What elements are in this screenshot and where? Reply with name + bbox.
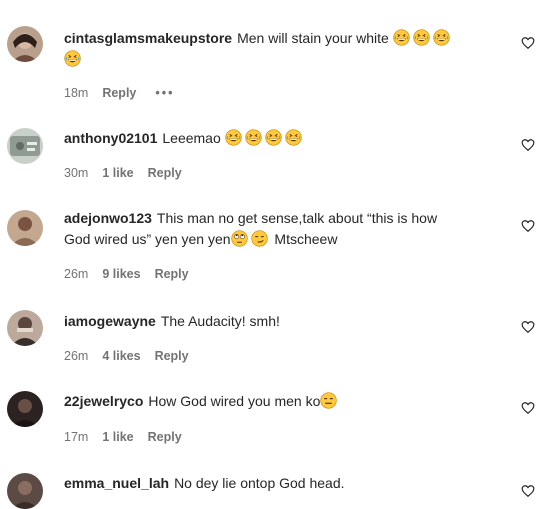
comment-meta: 17m 1 like Reply	[64, 430, 182, 444]
avatar[interactable]	[7, 310, 43, 346]
timestamp[interactable]: 30m	[64, 166, 88, 180]
comment-content-line1: This man no get sense,talk about “this i…	[156, 210, 438, 226]
comment: adejonwo123 This man no get sense,talk ab…	[0, 200, 544, 290]
heart-outline-icon[interactable]	[521, 36, 535, 50]
username[interactable]: cintasglamsmakeupstore	[64, 30, 232, 46]
username[interactable]: 22jewelryco	[64, 393, 143, 409]
heart-outline-icon[interactable]	[521, 401, 535, 415]
comment-content: Leeemao	[162, 130, 221, 146]
like-count[interactable]: 1 like	[102, 430, 133, 444]
timestamp[interactable]: 26m	[64, 349, 88, 363]
comment-meta: 30m 1 like Reply	[64, 166, 182, 180]
reply-button[interactable]: Reply	[102, 86, 136, 100]
avatar[interactable]	[7, 473, 43, 509]
more-options-button[interactable]: •••	[155, 86, 174, 100]
comment: 22jewelryco How God wired you men ko 17m …	[0, 384, 544, 454]
comment-content: Men will stain your white	[237, 30, 389, 46]
heart-outline-icon[interactable]	[521, 219, 535, 233]
timestamp[interactable]: 17m	[64, 430, 88, 444]
comment-text: iamogewayne The Audacity! smh!	[64, 311, 506, 332]
comment: iamogewayne The Audacity! smh! 26m 4 like…	[0, 302, 544, 372]
like-count[interactable]: 1 like	[102, 166, 133, 180]
comment-body: emma_nuel_lah No dey lie ontop God head.	[64, 473, 506, 494]
reply-button[interactable]: Reply	[155, 349, 189, 363]
grinning-sweat-emoji	[264, 129, 282, 146]
avatar[interactable]	[7, 391, 43, 427]
comment-content: The Audacity! smh!	[160, 313, 280, 329]
comment-list: cintasglamsmakeupstore Men will stain you…	[0, 0, 544, 509]
comment-meta: 26m 9 likes Reply	[64, 267, 189, 281]
timestamp[interactable]: 26m	[64, 267, 88, 281]
username[interactable]: iamogewayne	[64, 313, 156, 329]
grinning-sweat-emoji	[433, 29, 450, 46]
username[interactable]: emma_nuel_lah	[64, 475, 169, 491]
comment-text: emma_nuel_lah No dey lie ontop God head.	[64, 473, 506, 494]
heart-outline-icon[interactable]	[521, 484, 535, 498]
comment-body: 22jewelryco How God wired you men ko	[64, 391, 506, 412]
face-rolling-eyes-emoji	[230, 230, 248, 247]
grinning-sweat-emoji	[224, 129, 242, 146]
smirk-emoji	[250, 230, 268, 247]
grinning-sweat-emoji	[413, 29, 430, 46]
reply-button[interactable]: Reply	[155, 267, 189, 281]
comment: emma_nuel_lah No dey lie ontop God head.	[0, 465, 544, 509]
comment: anthony02101 Leeemao 30m 1 like Reply	[0, 120, 544, 190]
comment-text: 22jewelryco How God wired you men ko	[64, 391, 506, 412]
grinning-sweat-emoji	[284, 129, 302, 146]
comment-meta: 26m 4 likes Reply	[64, 349, 189, 363]
comment-text: adejonwo123 This man no get sense,talk ab…	[64, 208, 506, 250]
grinning-sweat-emoji	[64, 50, 81, 67]
username[interactable]: anthony02101	[64, 130, 157, 146]
reply-button[interactable]: Reply	[148, 430, 182, 444]
like-count[interactable]: 4 likes	[102, 349, 140, 363]
comment-text: cintasglamsmakeupstore Men will stain you…	[64, 28, 506, 70]
comment-body: anthony02101 Leeemao	[64, 128, 506, 149]
avatar[interactable]	[7, 128, 43, 164]
comment-content: No dey lie ontop God head.	[174, 475, 345, 491]
reply-button[interactable]: Reply	[148, 166, 182, 180]
heart-outline-icon[interactable]	[521, 138, 535, 152]
comment-body: iamogewayne The Audacity! smh!	[64, 311, 506, 332]
grinning-sweat-emoji	[393, 29, 410, 46]
username[interactable]: adejonwo123	[64, 210, 152, 226]
comment-content: How God wired you men ko	[148, 393, 321, 409]
heart-outline-icon[interactable]	[521, 320, 535, 334]
avatar[interactable]	[7, 210, 43, 246]
timestamp[interactable]: 18m	[64, 86, 88, 100]
avatar[interactable]	[7, 26, 43, 62]
comment-body: adejonwo123 This man no get sense,talk ab…	[64, 208, 506, 250]
comment: cintasglamsmakeupstore Men will stain you…	[0, 0, 544, 110]
expressionless-emoji	[320, 392, 338, 409]
comment-body: cintasglamsmakeupstore Men will stain you…	[64, 28, 506, 70]
comment-meta: 18m Reply •••	[64, 86, 175, 100]
grinning-sweat-emoji	[244, 129, 262, 146]
like-count[interactable]: 9 likes	[102, 267, 140, 281]
comment-content-line2: God wired us” yen yen yen	[64, 231, 231, 247]
comment-text: anthony02101 Leeemao	[64, 128, 506, 149]
comment-content-tail: Mtscheew	[274, 231, 338, 247]
